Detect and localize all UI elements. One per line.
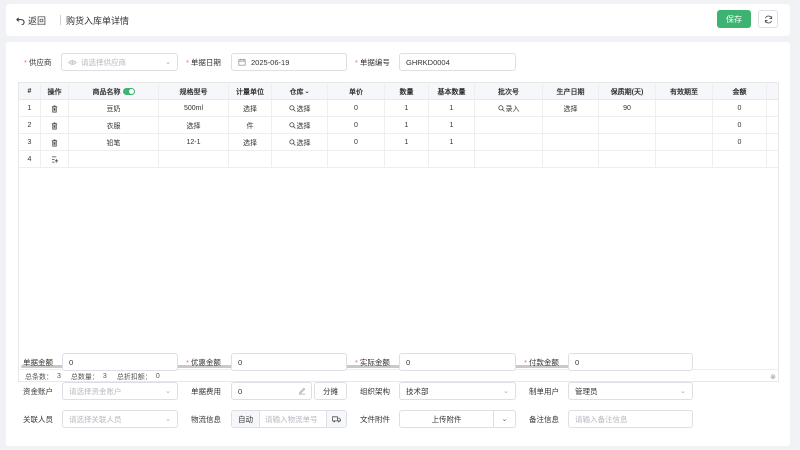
col-shelf: 保质期(天) [599,83,656,100]
table-row[interactable]: 2 衣服 选择 件 选择 0 1 1 0 [19,117,778,134]
actual-input[interactable]: 0 [399,353,516,371]
chevron-down-icon: ⌄ [165,388,171,395]
discount-input[interactable]: 0 [231,353,347,371]
actual-label: * 实际金额 [355,358,390,367]
col-batch: 批次号 [475,83,543,100]
date-input[interactable]: 2025-06-19 [231,53,347,71]
col-expiry: 有效期至 [656,83,713,100]
chevron-down-icon: ⌄ [503,388,509,395]
chevron-down-icon: ⌄ [165,59,171,66]
file-label: 文件附件 [360,415,390,424]
trash-icon [51,105,58,112]
doc-amount-label: 单据金额 [23,358,53,367]
number-input[interactable]: GHRKD0004 [399,53,516,71]
add-row-button[interactable] [41,151,69,168]
edit-icon [298,387,306,395]
warehouse-select[interactable]: 选择 [272,117,328,134]
related-label: 关联人员 [23,415,53,424]
delete-row-button[interactable] [41,100,69,117]
main-panel: * 供应商 请选择供应商 ⌄ * 单据日期 2025-06-19 * 单据编号 GHR… [6,42,790,446]
trash-icon [51,139,58,146]
warehouse-select[interactable]: 选择 [272,100,328,117]
delete-row-button[interactable] [41,134,69,151]
page-header: 返回 购货入库单详情 保存 [6,4,790,36]
creator-select[interactable]: 管理员 ⌄ [568,382,693,400]
paid-label: * 付款金额 [524,358,559,367]
supplier-select[interactable]: 请选择供应商 ⌄ [61,53,178,71]
remark-label: 备注信息 [529,415,559,424]
paid-input[interactable]: 0 [568,353,693,371]
fee-label: 单据费用 [191,387,221,396]
goods-table: # 操作 商品名称 规格型号 计量单位 仓库 ⌄ 单价 数量 基本数量 批次号 生… [18,82,779,382]
page-title: 购货入库单详情 [66,16,130,26]
table-row[interactable]: 3 铅笔 12-1 选择 选择 0 1 1 0 [19,134,778,151]
new-row[interactable]: 4 [19,151,778,168]
batch-input[interactable]: 录入 [475,100,543,117]
col-spec: 规格型号 [159,83,229,100]
supplier-label: * 供应商 [24,58,52,67]
name-toggle[interactable] [122,88,135,95]
search-icon [288,139,296,146]
back-label: 返回 [28,16,47,26]
truck-icon[interactable] [326,411,346,427]
col-prod-date: 生产日期 [543,83,599,100]
chevron-down-icon: ⌄ [165,416,171,423]
col-base-qty: 基本数量 [429,83,475,100]
doc-amount-input[interactable]: 0 [62,353,178,371]
calendar-icon [238,58,246,66]
logistics-label: 物流信息 [191,415,221,424]
search-icon [288,122,296,129]
eye-icon [68,59,77,65]
chevron-down-icon: ⌄ [680,388,686,395]
date-label: * 单据日期 [186,58,221,67]
number-label: * 单据编号 [355,58,390,67]
split-button[interactable]: 分摊 [314,382,347,400]
refresh-icon [764,15,772,23]
back-button[interactable]: 返回 [16,14,46,27]
logistics-auto-button[interactable]: 自动 [232,411,260,427]
account-select[interactable]: 请选择资金账户 ⌄ [62,382,178,400]
col-op: 操作 [41,83,69,100]
col-warehouse[interactable]: 仓库 ⌄ [272,83,328,100]
related-select[interactable]: 请选择关联人员 ⌄ [62,410,178,428]
remark-input[interactable]: 请输入备注信息 [568,410,693,428]
table-row[interactable]: 1 豆奶 500ml 选择 选择 0 1 1 录入 选择 90 0 [19,100,778,117]
upload-group[interactable]: 上传附件 ⌄ [399,410,516,428]
col-unit: 计量单位 [229,83,272,100]
col-price: 单价 [328,83,385,100]
chevron-down-icon: ⌄ [304,89,310,95]
delete-row-button[interactable] [41,117,69,134]
upload-button[interactable]: 上传附件 [400,411,494,427]
discount-label: * 优惠金额 [186,358,221,367]
search-icon [497,105,505,112]
creator-label: 制单用户 [529,387,559,396]
chevron-down-icon[interactable]: ⌄ [494,415,515,423]
org-select[interactable]: 技术部 ⌄ [399,382,516,400]
refresh-button[interactable] [758,10,778,28]
col-amount: 金额 [713,83,767,100]
col-name: 商品名称 [69,83,159,100]
org-label: 组织架构 [360,387,390,396]
fee-input[interactable]: 0 [231,382,312,400]
settings-icon[interactable]: ⊗ [770,373,776,381]
search-icon [288,105,296,112]
table-header: # 操作 商品名称 规格型号 计量单位 仓库 ⌄ 单价 数量 基本数量 批次号 生… [19,83,778,100]
logistics-input[interactable]: 自动 请输入物流单号 [231,410,347,428]
header-divider [60,15,61,25]
warehouse-select[interactable]: 选择 [272,134,328,151]
account-label: 资金账户 [23,387,53,396]
save-button[interactable]: 保存 [717,10,751,28]
list-add-icon [51,156,58,163]
col-qty: 数量 [385,83,429,100]
col-index: # [19,83,41,100]
trash-icon [51,122,58,129]
undo-arrow-icon [16,17,25,25]
